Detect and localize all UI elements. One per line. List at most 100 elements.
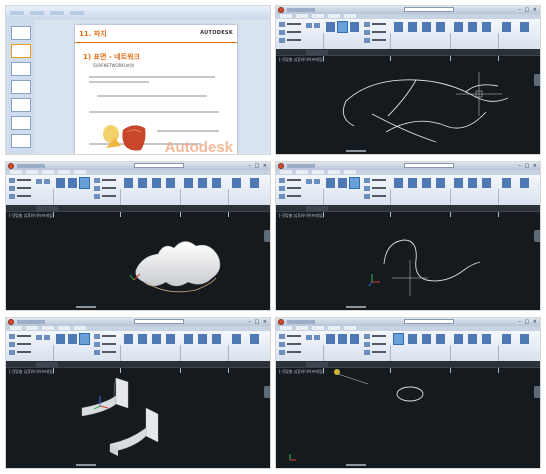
tool-button[interactable]: [364, 22, 370, 27]
tool-button[interactable]: [364, 178, 370, 183]
slide-thumb[interactable]: [11, 62, 31, 76]
tool-button-large[interactable]: [166, 334, 175, 344]
command-line[interactable]: [346, 464, 366, 466]
tool-button-large[interactable]: [68, 178, 77, 188]
tool-button[interactable]: [306, 335, 312, 340]
tool-button-large[interactable]: [502, 334, 511, 344]
window-controls[interactable]: – □ ×: [518, 7, 538, 13]
ribbon-tab[interactable]: [296, 170, 308, 174]
file-tab-drawing1[interactable]: [306, 50, 328, 55]
thumbnail-autocad-single-spline[interactable]: – □ × [-][맞춤 뷰][와이어프레임]: [275, 161, 541, 311]
tool-button[interactable]: [279, 178, 285, 183]
tool-button[interactable]: [314, 179, 320, 184]
tool-button-large[interactable]: [166, 178, 175, 188]
tool-button-large[interactable]: [198, 334, 207, 344]
tool-button-large[interactable]: [326, 334, 335, 344]
quick-access-toolbar[interactable]: [17, 164, 45, 168]
tool-button-large[interactable]: [138, 178, 147, 188]
tool-button-large[interactable]: [184, 178, 193, 188]
thumbnail-autocad-network-surface[interactable]: – □ × [-][맞춤 뷰][와이어프레임]: [5, 161, 271, 311]
application-menu-button[interactable]: [8, 163, 14, 169]
ribbon-tab[interactable]: [42, 170, 54, 174]
tool-button[interactable]: [279, 350, 285, 355]
drawing-canvas[interactable]: [276, 212, 541, 311]
tool-button-large[interactable]: [482, 178, 491, 188]
application-menu-button[interactable]: [278, 163, 284, 169]
slide-canvas[interactable]: 11. 파치 AUTODESK 1) 표면 - 네트워크 SURFNETWORK…: [75, 25, 237, 154]
ribbon-tab[interactable]: [296, 14, 308, 18]
command-line[interactable]: [76, 306, 96, 308]
ribbon-tab[interactable]: [10, 11, 24, 15]
drawing-canvas[interactable]: [6, 212, 271, 311]
search-input[interactable]: [404, 319, 454, 324]
tool-button[interactable]: [36, 179, 42, 184]
tool-button-large[interactable]: [184, 334, 193, 344]
tool-button[interactable]: [314, 23, 320, 28]
tool-button[interactable]: [279, 30, 285, 35]
tool-button-large[interactable]: [520, 22, 529, 32]
ribbon-tab[interactable]: [280, 170, 292, 174]
tool-button[interactable]: [306, 179, 312, 184]
ribbon-tab[interactable]: [344, 14, 356, 18]
spline-curve[interactable]: [345, 79, 509, 102]
file-tab-drawing1[interactable]: [36, 206, 58, 211]
tool-button-large[interactable]: [468, 334, 477, 344]
tool-button[interactable]: [9, 194, 15, 199]
tool-button-large[interactable]: [250, 178, 259, 188]
file-tab-drawing1[interactable]: [306, 362, 328, 367]
tool-button-large[interactable]: [436, 22, 445, 32]
ribbon-tab[interactable]: [312, 326, 324, 330]
tool-button-large[interactable]: [502, 22, 511, 32]
tool-button-large[interactable]: [468, 178, 477, 188]
tool-button-large[interactable]: [350, 22, 359, 32]
ribbon-tab[interactable]: [42, 326, 54, 330]
search-input[interactable]: [404, 7, 454, 12]
spline-curve[interactable]: [385, 111, 487, 133]
ribbon-tab[interactable]: [58, 326, 70, 330]
tool-button-large[interactable]: [482, 334, 491, 344]
tool-button-large[interactable]: [232, 334, 241, 344]
quick-access-toolbar[interactable]: [287, 164, 315, 168]
surface-network-button[interactable]: [337, 21, 348, 33]
ribbon-tab[interactable]: [312, 14, 324, 18]
tool-button-large[interactable]: [454, 22, 463, 32]
ribbon-tab[interactable]: [296, 326, 308, 330]
spline-curve[interactable]: [383, 239, 481, 282]
tool-button-large[interactable]: [436, 334, 445, 344]
tool-button[interactable]: [36, 335, 42, 340]
ribbon-tab[interactable]: [30, 11, 44, 15]
drawing-canvas[interactable]: [276, 56, 541, 155]
tool-button-large[interactable]: [422, 334, 431, 344]
tool-button[interactable]: [306, 23, 312, 28]
tool-button[interactable]: [9, 350, 15, 355]
tool-button[interactable]: [314, 335, 320, 340]
tool-button-large[interactable]: [350, 334, 359, 344]
tool-button-large[interactable]: [232, 178, 241, 188]
quick-access-toolbar[interactable]: [17, 320, 45, 324]
ribbon-tab[interactable]: [280, 14, 292, 18]
tool-button[interactable]: [279, 194, 285, 199]
tool-button[interactable]: [9, 178, 15, 183]
file-tab-drawing1[interactable]: [306, 206, 328, 211]
tool-button[interactable]: [279, 342, 285, 347]
tool-button[interactable]: [94, 334, 100, 339]
network-surface[interactable]: [135, 241, 221, 287]
tool-button-large[interactable]: [152, 334, 161, 344]
window-controls[interactable]: – □ ×: [518, 319, 538, 325]
tool-button[interactable]: [364, 194, 370, 199]
surface-network-button[interactable]: [79, 333, 90, 345]
tool-button-large[interactable]: [138, 334, 147, 344]
tool-button-large[interactable]: [394, 178, 403, 188]
tool-button-large[interactable]: [326, 178, 335, 188]
tool-button-large[interactable]: [152, 178, 161, 188]
quick-access-toolbar[interactable]: [287, 320, 315, 324]
tool-button[interactable]: [94, 194, 100, 199]
search-input[interactable]: [134, 319, 184, 324]
spline-curve[interactable]: [387, 79, 417, 117]
ribbon-tab[interactable]: [344, 326, 356, 330]
tool-button-large[interactable]: [482, 22, 491, 32]
ribbon-tab[interactable]: [328, 14, 340, 18]
tool-button[interactable]: [364, 334, 370, 339]
tool-button-large[interactable]: [124, 334, 133, 344]
spline-curve[interactable]: [342, 100, 355, 127]
